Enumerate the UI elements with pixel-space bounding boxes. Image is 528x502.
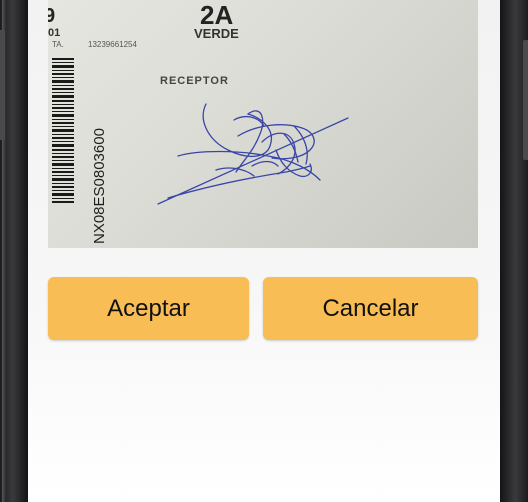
signature-image: 9 2A VERDE 01 TA. 13239661254 RECEPTOR N… xyxy=(48,0,349,244)
device-bezel-left xyxy=(0,0,28,502)
accept-button[interactable]: Aceptar xyxy=(48,277,249,340)
header-fragment: 9 xyxy=(48,5,55,27)
barcode-text: NX08ES0803600 xyxy=(91,128,108,244)
cancel-button[interactable]: Cancelar xyxy=(263,277,478,340)
receptor-label: RECEPTOR xyxy=(160,75,229,87)
screen: 9 2A VERDE 01 TA. 13239661254 RECEPTOR N… xyxy=(28,0,500,502)
ref-number: 13239661254 xyxy=(88,40,137,49)
device-bezel-right xyxy=(500,0,528,502)
barcode xyxy=(52,58,74,203)
signature-strokes xyxy=(157,103,349,205)
route-color: VERDE xyxy=(194,26,239,41)
volume-button xyxy=(523,40,528,160)
action-buttons: Aceptar Cancelar xyxy=(48,277,478,341)
side-button xyxy=(0,30,5,140)
left-code: 01 xyxy=(48,27,60,39)
ref-prefix: TA. xyxy=(52,40,64,49)
signature-photo: 9 2A VERDE 01 TA. 13239661254 RECEPTOR N… xyxy=(48,0,478,248)
